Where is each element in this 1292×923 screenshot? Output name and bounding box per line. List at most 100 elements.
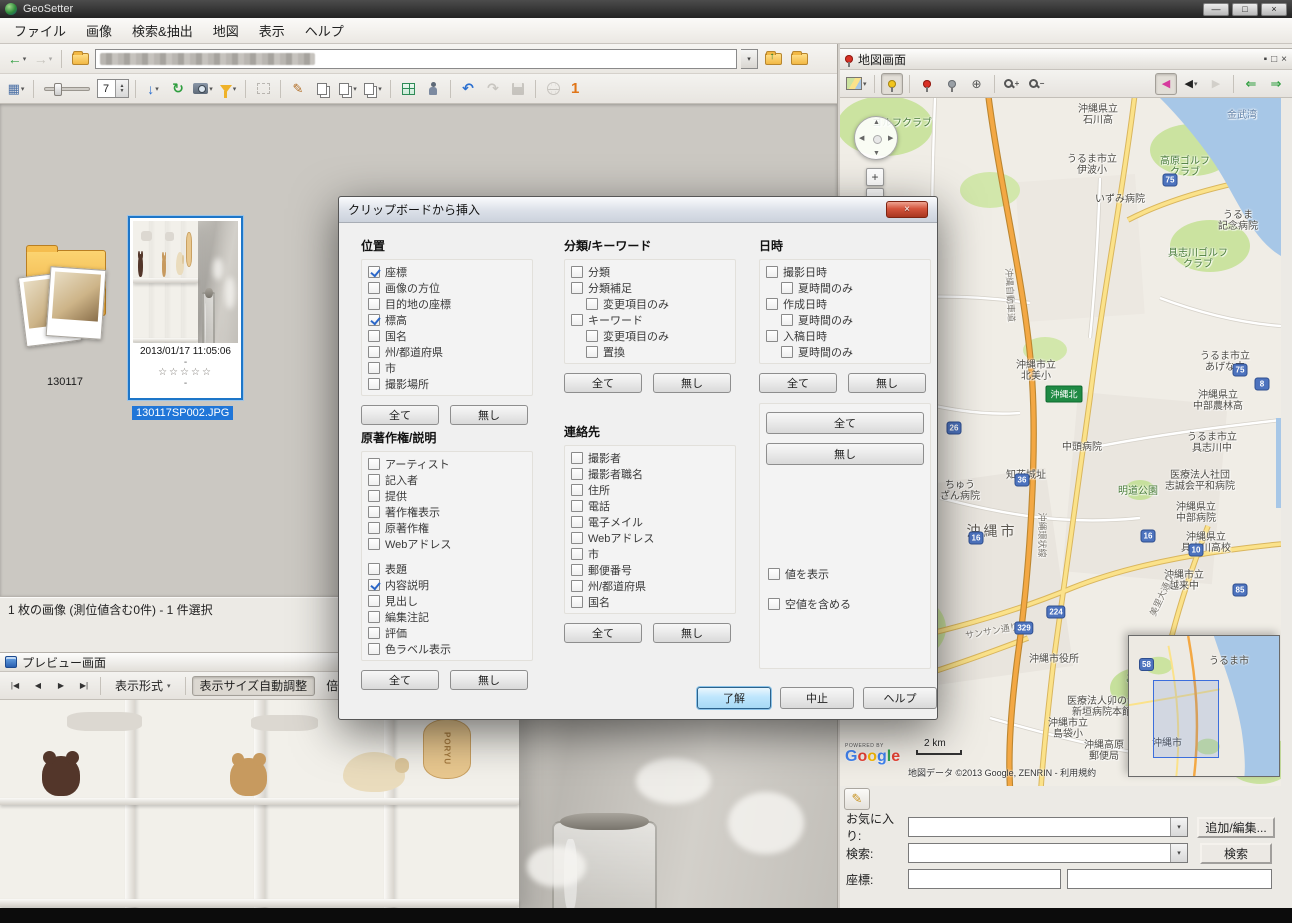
filter-button[interactable]: ▾ xyxy=(217,78,239,100)
checkbox-box[interactable] xyxy=(586,345,598,358)
position-none-button[interactable]: 無し xyxy=(450,405,528,425)
marker-gray-button[interactable] xyxy=(941,73,963,95)
jump-left-button[interactable]: ⇐ xyxy=(1240,73,1262,95)
float-window-icon[interactable]: □ xyxy=(1271,54,1277,65)
pan-left-icon[interactable]: ◀ xyxy=(859,134,864,142)
selection-button[interactable] xyxy=(252,78,274,100)
display-format-button[interactable]: 表示形式 ▾ xyxy=(107,676,179,696)
checkbox-box[interactable] xyxy=(368,505,380,518)
thumbnail-size-spinner[interactable]: 7 ▲ ▼ xyxy=(97,79,129,98)
checkbox-box[interactable] xyxy=(368,594,380,607)
dialog-checkbox[interactable]: 撮影日時 xyxy=(766,265,924,279)
redo-button[interactable]: ↷ xyxy=(482,78,504,100)
dialog-checkbox[interactable]: 変更項目のみ xyxy=(586,329,729,343)
dialog-checkbox[interactable]: 提供 xyxy=(368,489,526,503)
export-table-button[interactable] xyxy=(397,78,419,100)
next-image-button[interactable]: ▶ xyxy=(51,676,71,696)
dialog-checkbox[interactable]: 州/都道府県 xyxy=(368,345,526,359)
first-image-button[interactable]: |◀ xyxy=(5,676,25,696)
history-forward-button[interactable]: ▶ xyxy=(1205,73,1227,95)
dialog-checkbox[interactable]: 目的地の座標 xyxy=(368,297,526,311)
keywords-none-button[interactable]: 無し xyxy=(653,373,731,393)
checkbox-box[interactable] xyxy=(368,297,380,310)
dialog-checkbox[interactable]: 座標 xyxy=(368,265,526,279)
checkbox-box[interactable] xyxy=(368,489,380,502)
checkbox-box[interactable] xyxy=(368,281,380,294)
map-type-button[interactable]: ▾ xyxy=(845,73,868,95)
dialog-checkbox[interactable]: 住所 xyxy=(571,483,729,497)
dialog-checkbox[interactable]: 見出し xyxy=(368,594,526,608)
checkbox-box[interactable] xyxy=(766,265,778,278)
checkbox-box[interactable] xyxy=(368,610,380,623)
copyright-all-button[interactable]: 全て xyxy=(361,670,439,690)
checkbox-box[interactable] xyxy=(571,265,583,278)
dialog-checkbox[interactable]: 州/都道府県 xyxy=(571,579,729,593)
close-button[interactable]: × xyxy=(1261,2,1287,16)
folder-up-button[interactable]: ↑ xyxy=(762,48,784,70)
pan-down-icon[interactable]: ▼ xyxy=(873,150,880,157)
checkbox-box[interactable] xyxy=(766,329,778,342)
checkbox-box[interactable] xyxy=(768,597,780,610)
chevron-down-icon[interactable]: ▾ xyxy=(1170,844,1187,862)
dialog-checkbox[interactable]: キーワード xyxy=(571,313,729,327)
menu-item[interactable]: ヘルプ xyxy=(295,17,354,44)
show-values-checkbox[interactable]: 値を表示 xyxy=(768,567,924,581)
dialog-checkbox[interactable]: 市 xyxy=(571,547,729,561)
auto-fit-toggle[interactable]: 表示サイズ自動調整 xyxy=(191,675,316,696)
checkbox-box[interactable] xyxy=(571,515,583,528)
zoom-out-button[interactable]: − xyxy=(1026,73,1048,95)
map-zoom-in-button[interactable]: + xyxy=(866,168,884,186)
zoom-in-button[interactable]: + xyxy=(1001,73,1023,95)
dialog-checkbox[interactable]: 変更項目のみ xyxy=(586,297,729,311)
dialog-checkbox[interactable]: 色ラベル表示 xyxy=(368,642,526,656)
overview-viewport[interactable] xyxy=(1153,680,1219,758)
search-button[interactable]: 検索 xyxy=(1200,842,1272,864)
checkbox-box[interactable] xyxy=(781,281,793,294)
select-all-button[interactable]: 全て xyxy=(766,412,924,434)
dialog-checkbox[interactable]: 作成日時 xyxy=(766,297,924,311)
checkbox-box[interactable] xyxy=(368,626,380,639)
dialog-checkbox[interactable]: 分類 xyxy=(571,265,729,279)
dialog-checkbox[interactable]: 画像の方位 xyxy=(368,281,526,295)
checkbox-box[interactable] xyxy=(768,567,780,580)
checkbox-box[interactable] xyxy=(571,531,583,544)
goto-prev-position-button[interactable]: ◀ xyxy=(1155,72,1177,95)
marker-red-button[interactable] xyxy=(916,73,938,95)
dialog-checkbox[interactable]: 撮影者職名 xyxy=(571,467,729,481)
checkbox-box[interactable] xyxy=(368,521,380,534)
address-dropdown-button[interactable]: ▾ xyxy=(741,48,758,69)
cancel-button[interactable]: 中止 xyxy=(780,687,854,709)
dialog-checkbox[interactable]: 国名 xyxy=(571,595,729,609)
checkbox-box[interactable] xyxy=(368,537,380,550)
position-all-button[interactable]: 全て xyxy=(361,405,439,425)
close-pane-icon[interactable]: × xyxy=(1281,54,1287,65)
paste-button[interactable]: ▾ xyxy=(337,78,359,100)
pan-center-icon[interactable] xyxy=(873,135,882,144)
select-none-button[interactable]: 無し xyxy=(766,443,924,465)
dialog-checkbox[interactable]: Webアドレス xyxy=(571,531,729,545)
set-marker-button[interactable] xyxy=(880,72,903,95)
edit-path-button[interactable] xyxy=(69,48,91,70)
dialog-checkbox[interactable]: 原著作権 xyxy=(368,521,526,535)
jump-right-button[interactable]: ⇒ xyxy=(1265,73,1287,95)
slider-knob[interactable] xyxy=(54,82,62,96)
date-filter-button[interactable]: ▾ xyxy=(192,78,214,100)
checkbox-box[interactable] xyxy=(571,547,583,560)
checkbox-box[interactable] xyxy=(571,483,583,496)
checkbox-box[interactable] xyxy=(368,265,380,278)
menu-item[interactable]: 地図 xyxy=(203,17,249,44)
dialog-checkbox[interactable]: 編集注記 xyxy=(368,610,526,624)
dialog-checkbox[interactable]: アーティスト xyxy=(368,457,526,471)
ok-button[interactable]: 了解 xyxy=(697,687,771,709)
dialog-checkbox[interactable]: 撮影者 xyxy=(571,451,729,465)
selected-image-tile[interactable]: PORYU 2013/01/17 11:05:06 - ☆☆☆☆☆ - xyxy=(128,216,243,400)
checkbox-box[interactable] xyxy=(368,361,380,374)
google-logo[interactable]: POWERED BY Google xyxy=(845,744,900,765)
checkbox-box[interactable] xyxy=(781,313,793,326)
checkbox-box[interactable] xyxy=(571,313,583,326)
contact-all-button[interactable]: 全て xyxy=(564,623,642,643)
map-pane-header[interactable]: 地図画面 ▪ □ × xyxy=(840,48,1292,70)
include-empty-checkbox[interactable]: 空値を含める xyxy=(768,597,924,611)
copy-button[interactable] xyxy=(312,78,334,100)
longitude-input[interactable] xyxy=(1067,869,1272,889)
